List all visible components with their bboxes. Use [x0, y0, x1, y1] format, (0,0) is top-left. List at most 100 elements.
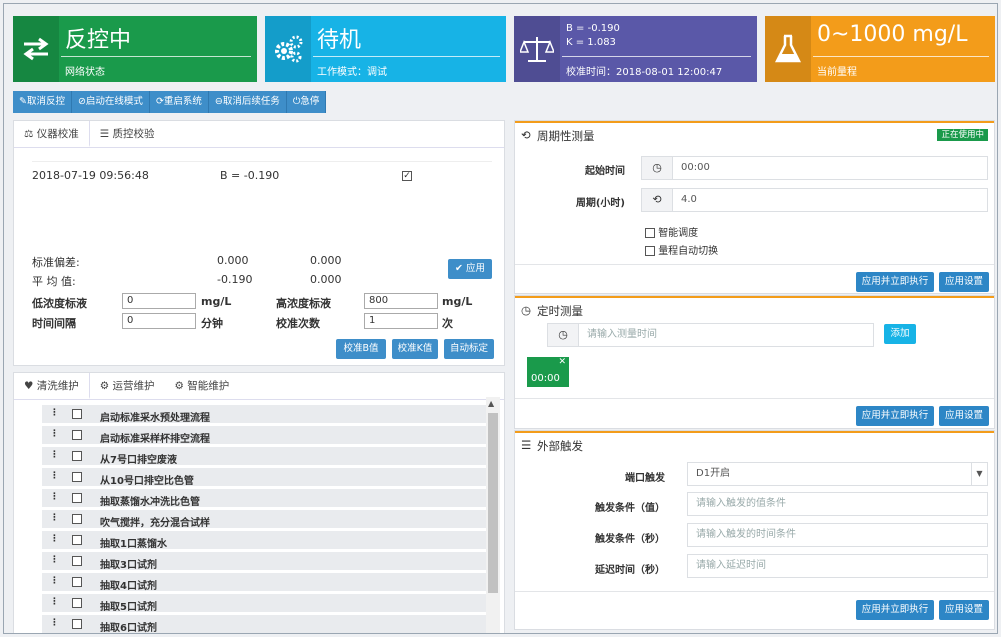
drag-handle-icon[interactable]: ⋮	[50, 471, 59, 481]
tab-quality-check[interactable]: ☰ 质控校验	[90, 121, 165, 147]
trigger-value-input[interactable]: 请输入触发的值条件	[687, 492, 988, 516]
item-checkbox[interactable]	[72, 556, 82, 566]
calibration-panel: ⚖ 仪器校准 ☰ 质控校验 2018-07-19 09:56:48 B = -0…	[13, 120, 505, 366]
tab-instrument-calibration[interactable]: ⚖ 仪器校准	[14, 121, 90, 147]
time-tag-value: 00:00	[531, 373, 560, 384]
list-item[interactable]: ⋮ 从7号口排空废液	[42, 447, 486, 466]
port-trigger-select[interactable]: D1开启 ▼	[687, 462, 988, 486]
card-subtitle: 当前量程	[817, 67, 857, 78]
drag-handle-icon[interactable]: ⋮	[50, 408, 59, 418]
item-checkbox[interactable]	[72, 451, 82, 461]
tab-smart-maintenance[interactable]: ⚙ 智能维护	[165, 373, 240, 399]
apply-and-run-button[interactable]: 应用并立即执行	[856, 406, 934, 426]
period-input[interactable]: 4.0	[672, 188, 988, 212]
restart-system-button[interactable]: ⟳重启系统	[150, 91, 209, 113]
auto-calibrate-button[interactable]: 自动标定	[444, 339, 494, 359]
item-checkbox[interactable]	[72, 535, 82, 545]
average-value-2: 0.000	[310, 273, 342, 286]
chevron-down-icon[interactable]: ▼	[971, 463, 987, 485]
drag-handle-icon[interactable]: ⋮	[50, 555, 59, 565]
list-item[interactable]: ⋮ 抽取6口试剂	[42, 615, 486, 633]
action-toolbar: ✎取消反控 ⊘启动在线模式 ⟳重启系统 ⊖取消后续任务 ⏻急停	[13, 91, 327, 113]
drag-handle-icon[interactable]: ⋮	[50, 492, 59, 502]
scroll-up-icon[interactable]: ▲	[488, 399, 494, 408]
smart-schedule-checkbox[interactable]: 智能调度	[645, 224, 698, 239]
list-item[interactable]: ⋮ 抽取3口试剂	[42, 552, 486, 571]
work-mode-card: 待机 工作模式：调试	[265, 16, 506, 82]
section-title: 外部触发	[537, 439, 583, 453]
drag-handle-icon[interactable]: ⋮	[50, 534, 59, 544]
period-label: 周期(小时)	[575, 198, 625, 209]
apply-settings-button[interactable]: 应用设置	[939, 406, 989, 426]
cancel-subsequent-tasks-button[interactable]: ⊖取消后续任务	[209, 91, 287, 113]
close-icon[interactable]: ✕	[558, 357, 566, 367]
cancel-remote-button[interactable]: ✎取消反控	[13, 91, 72, 113]
item-checkbox[interactable]	[72, 514, 82, 524]
item-checkbox[interactable]	[72, 430, 82, 440]
time-tag[interactable]: ✕ 00:00	[527, 357, 569, 387]
std-value-2: 0.000	[310, 254, 342, 267]
item-label: 吹气搅拌，充分混合试样	[100, 518, 210, 529]
item-checkbox[interactable]	[72, 409, 82, 419]
apply-and-run-button[interactable]: 应用并立即执行	[856, 272, 934, 292]
section-title: 定时测量	[537, 304, 583, 318]
periodic-measurement-panel: ⟲ 周期性测量 正在使用中 起始时间 ◷ 00:00 周期(小时) ⟲ 4.0 …	[514, 120, 995, 294]
list-item[interactable]: ⋮ 抽取4口试剂	[42, 573, 486, 592]
measure-time-input[interactable]: 请输入测量时间	[578, 323, 874, 347]
drag-handle-icon[interactable]: ⋮	[50, 597, 59, 607]
item-checkbox[interactable]	[72, 598, 82, 608]
average-value-1: -0.190	[217, 273, 253, 286]
item-label: 启动标准采样杯排空流程	[100, 434, 210, 445]
apply-settings-button[interactable]: 应用设置	[939, 600, 989, 620]
calibrate-k-button[interactable]: 校准K值	[392, 339, 438, 359]
item-checkbox[interactable]	[72, 472, 82, 482]
scrollbar[interactable]: ▲	[486, 397, 500, 633]
item-checkbox[interactable]	[72, 619, 82, 629]
item-checkbox[interactable]	[72, 493, 82, 503]
high-concentration-input[interactable]: 800	[364, 293, 438, 309]
in-use-badge: 正在使用中	[937, 129, 988, 141]
interval-input[interactable]: 0	[122, 313, 196, 329]
list-item[interactable]: ⋮ 从10号口排空比色管	[42, 468, 486, 487]
list-item[interactable]: ⋮ 抽取5口试剂	[42, 594, 486, 613]
drag-handle-icon[interactable]: ⋮	[50, 429, 59, 439]
calibration-count-input[interactable]: 1	[364, 313, 438, 329]
emergency-stop-button[interactable]: ⏻急停	[287, 91, 327, 113]
drag-handle-icon[interactable]: ⋮	[50, 513, 59, 523]
clock-icon: ◷	[641, 156, 673, 180]
sliders-icon: ☰	[99, 128, 113, 140]
gear-icon: ⚙	[99, 380, 113, 392]
apply-settings-button[interactable]: 应用设置	[939, 272, 989, 292]
list-item[interactable]: ⋮ 启动标准采样杯排空流程	[42, 426, 486, 445]
drag-handle-icon[interactable]: ⋮	[50, 576, 59, 586]
delay-time-input[interactable]: 请输入延迟时间	[687, 554, 988, 578]
list-item[interactable]: ⋮ 启动标准采水预处理流程	[42, 405, 486, 424]
trigger-time-input[interactable]: 请输入触发的时间条件	[687, 523, 988, 547]
drag-handle-icon[interactable]: ⋮	[50, 450, 59, 460]
list-item[interactable]: ⋮ 抽取1口蒸馏水	[42, 531, 486, 550]
history-icon: ⟲	[641, 188, 673, 212]
apply-button[interactable]: ✔ 应用	[448, 259, 492, 279]
add-button[interactable]: 添加	[884, 324, 916, 344]
start-online-mode-button[interactable]: ⊘启动在线模式	[72, 91, 150, 113]
low-concentration-input[interactable]: 0	[122, 293, 196, 309]
tab-operation-maintenance[interactable]: ⚙ 运营维护	[90, 373, 165, 399]
section-title: 周期性测量	[537, 129, 595, 143]
heart-icon: ♥	[24, 380, 37, 392]
item-checkbox[interactable]	[72, 577, 82, 587]
list-item[interactable]: ⋮ 吹气搅拌，充分混合试样	[42, 510, 486, 529]
b-value: B = -0.190	[566, 23, 620, 34]
record-b-value: B = -0.190	[220, 169, 280, 182]
calibrate-b-button[interactable]: 校准B值	[336, 339, 386, 359]
auto-range-switch-checkbox[interactable]: 量程自动切换	[645, 242, 718, 257]
start-time-input[interactable]: 00:00	[672, 156, 988, 180]
clock-icon: ◷	[547, 323, 579, 347]
record-checkbox[interactable]: ✓	[402, 169, 412, 182]
card-subtitle: 工作模式：调试	[317, 67, 387, 78]
tab-cleaning-maintenance[interactable]: ♥ 清洗维护	[14, 373, 90, 399]
drag-handle-icon[interactable]: ⋮	[50, 618, 59, 628]
list-item[interactable]: ⋮ 抽取蒸馏水冲洗比色管	[42, 489, 486, 508]
scrollbar-thumb[interactable]	[488, 413, 498, 593]
apply-and-run-button[interactable]: 应用并立即执行	[856, 600, 934, 620]
item-label: 抽取3口试剂	[100, 560, 157, 571]
